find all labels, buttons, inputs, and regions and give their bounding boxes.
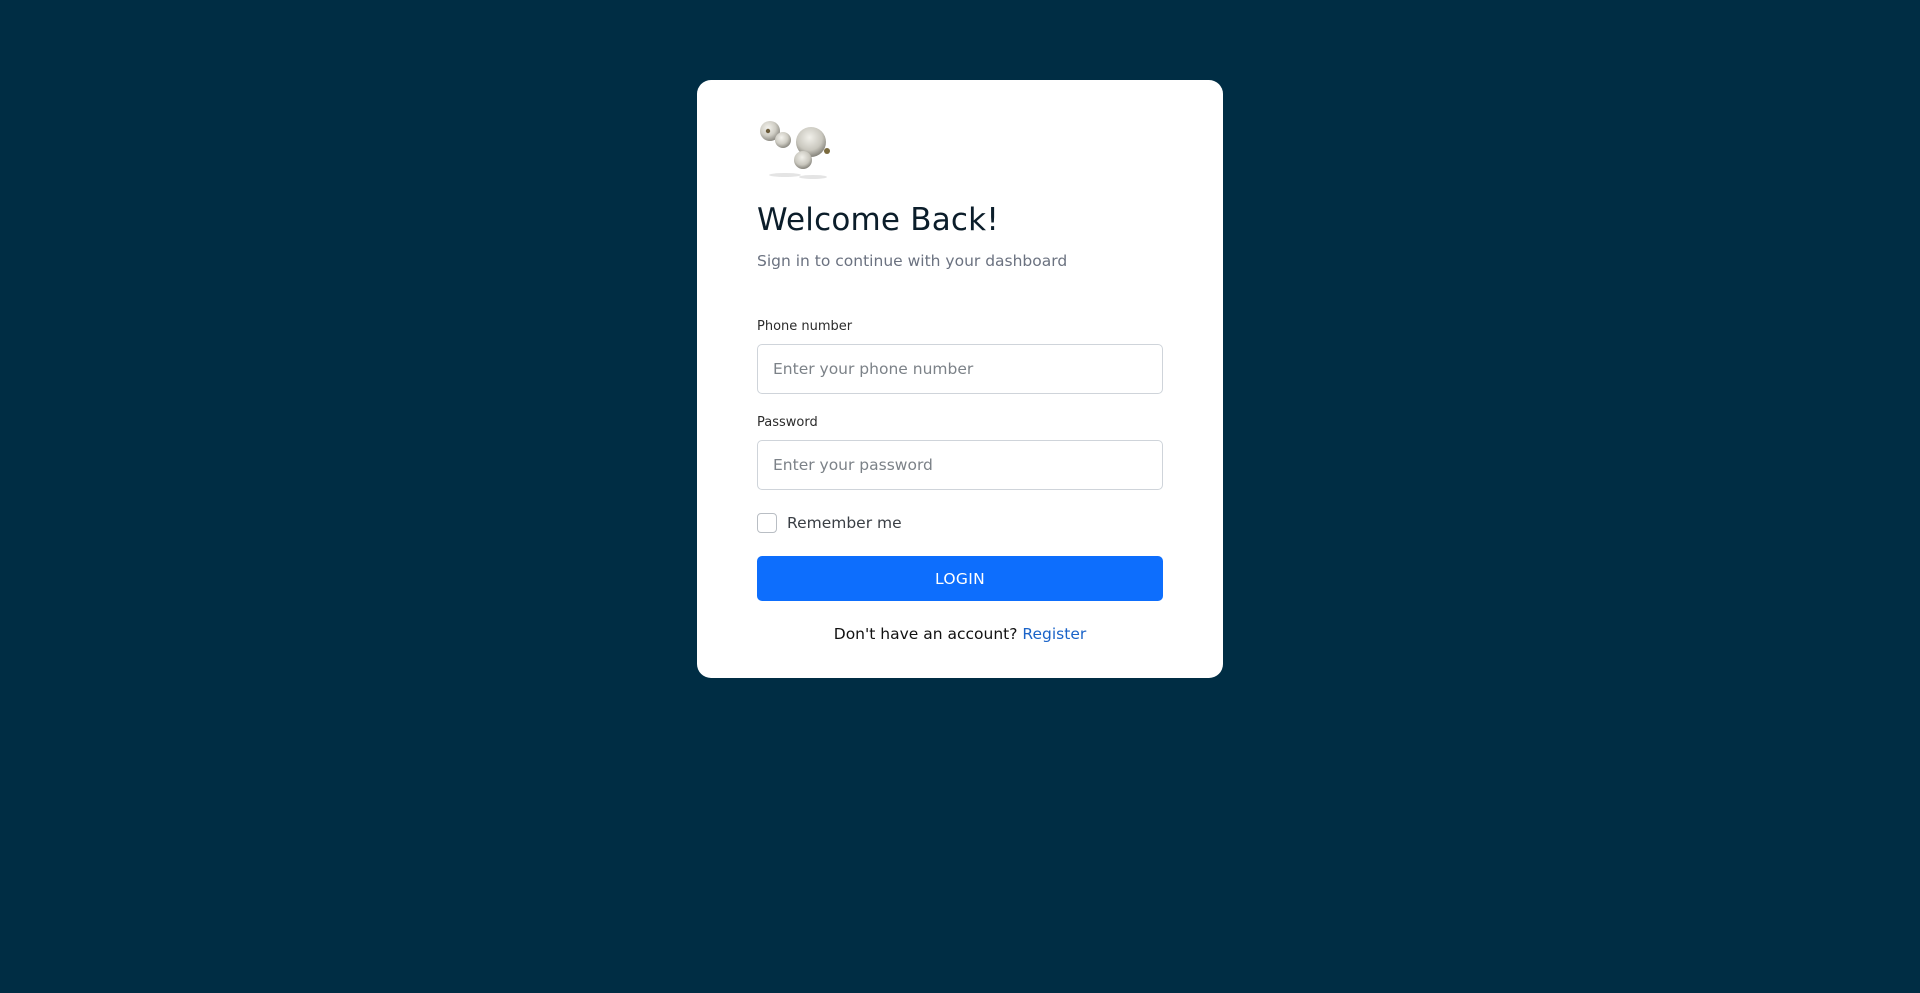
page-subtitle: Sign in to continue with your dashboard bbox=[757, 252, 1068, 270]
login-page: Welcome Back! Sign in to continue with y… bbox=[0, 0, 1920, 993]
earbuds-logo-icon bbox=[760, 121, 830, 179]
register-link[interactable]: Register bbox=[1022, 625, 1086, 643]
register-prompt: Don't have an account? Register bbox=[757, 623, 1163, 645]
phone-number-label: Phone number bbox=[757, 319, 853, 334]
login-card: Welcome Back! Sign in to continue with y… bbox=[697, 80, 1223, 678]
password-input[interactable] bbox=[757, 440, 1163, 490]
remember-me-checkbox[interactable] bbox=[757, 513, 777, 533]
page-title: Welcome Back! bbox=[757, 202, 999, 238]
no-account-text: Don't have an account? bbox=[833, 625, 1018, 643]
phone-number-input[interactable] bbox=[757, 344, 1163, 394]
login-button[interactable]: LOGIN bbox=[757, 556, 1163, 601]
remember-me-label[interactable]: Remember me bbox=[787, 514, 902, 532]
remember-me-row: Remember me bbox=[757, 512, 1163, 534]
password-label: Password bbox=[757, 415, 818, 430]
